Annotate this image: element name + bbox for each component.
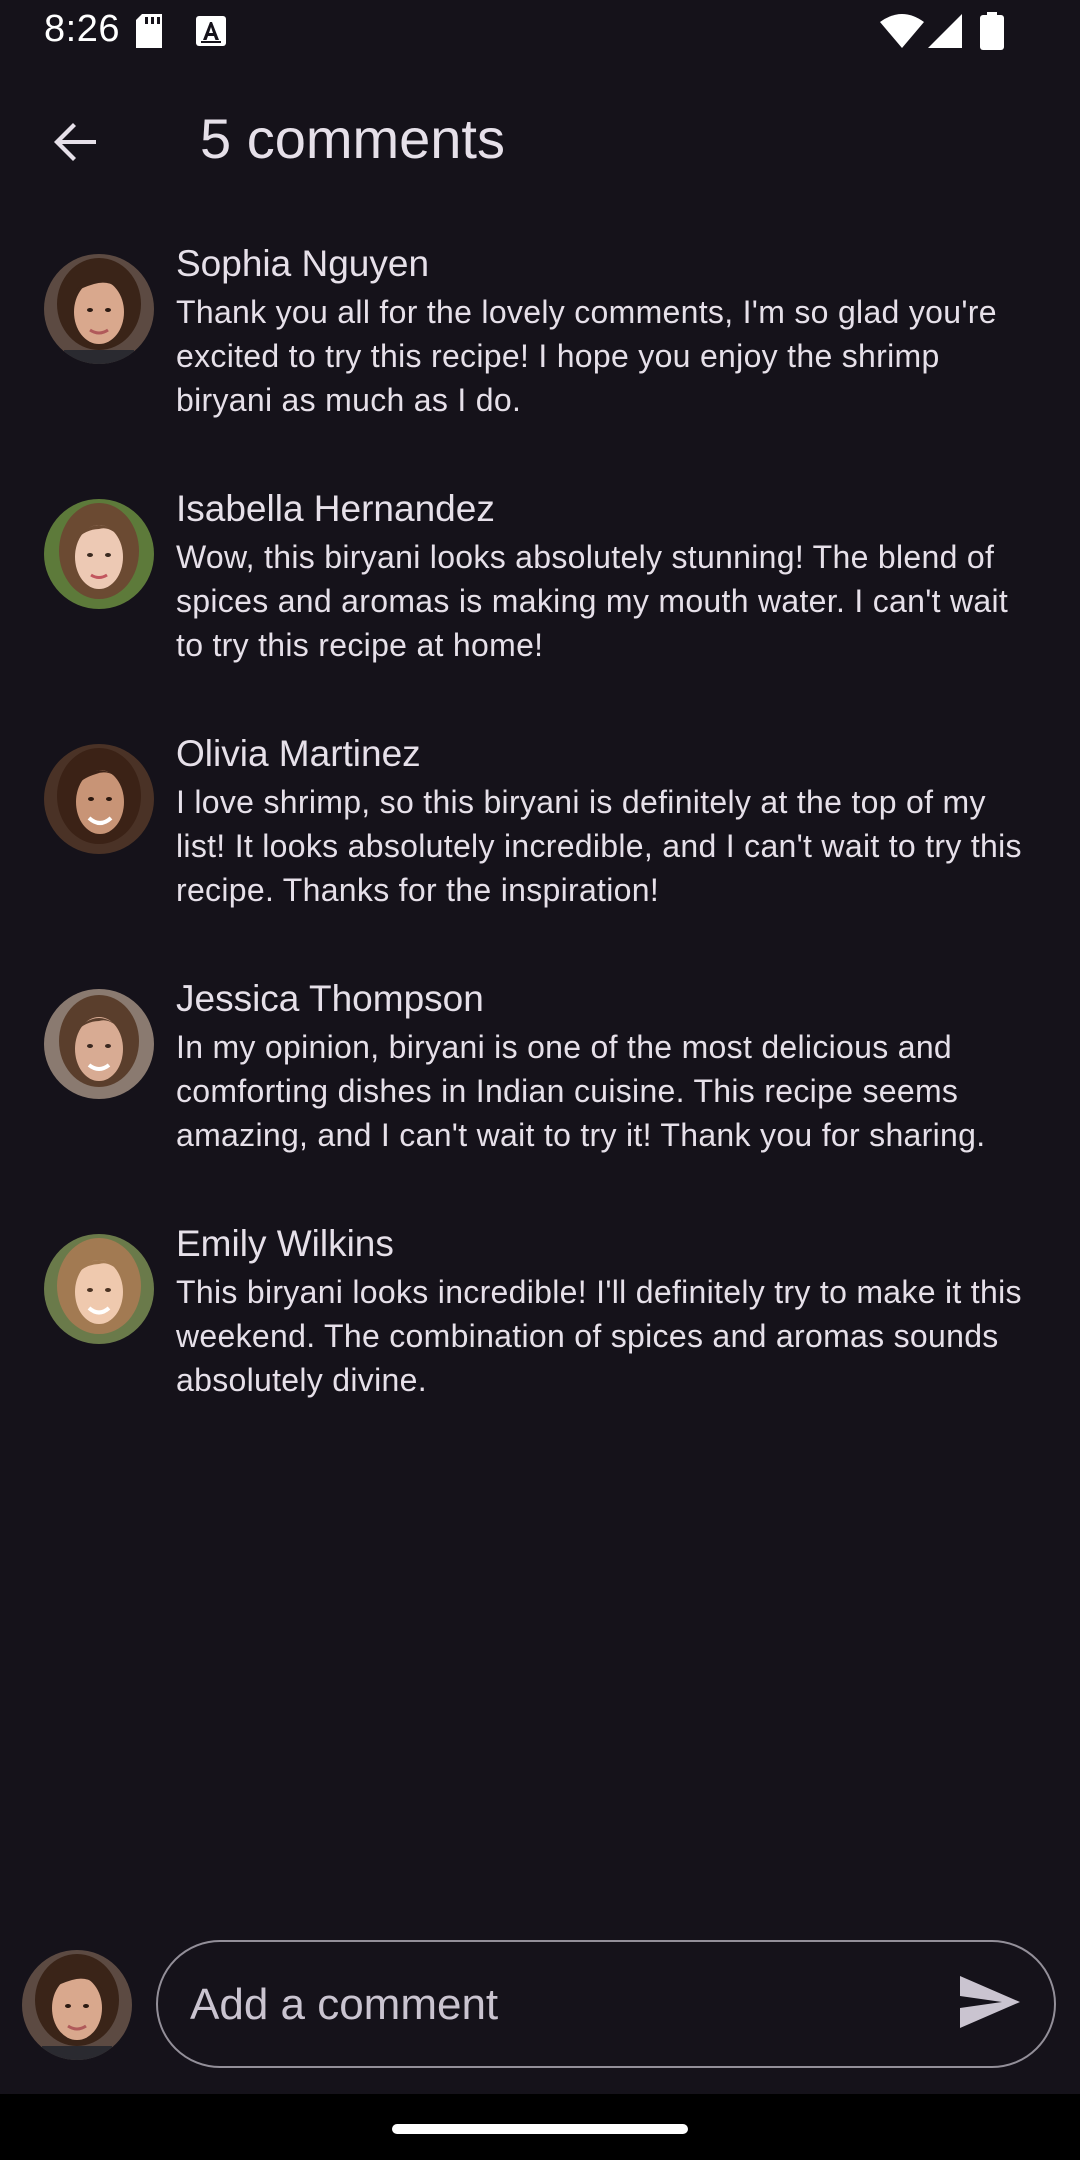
back-button[interactable] [28,96,124,192]
comment-list: Sophia Nguyen Thank you all for the love… [0,240,1080,1465]
comment-author: Emily Wilkins [176,1223,394,1264]
comment-text: I love shrimp, so this biryani is defini… [176,784,1022,908]
arrow-back-icon [48,114,104,175]
page-title: 5 comments [200,107,505,170]
home-indicator[interactable] [392,2124,688,2134]
comment-author: Sophia Nguyen [176,243,430,284]
system-navigation-bar [0,2094,1080,2160]
status-bar: 8:26 [0,0,1080,64]
comment-item: Olivia Martinez I love shrimp, so this b… [0,730,1080,912]
avatar[interactable] [44,499,154,609]
comment-author: Isabella Hernandez [176,488,495,529]
comment-composer [0,1940,1080,2070]
avatar[interactable] [44,989,154,1099]
comment-input-container [156,1940,1056,2068]
app-bar: 5 comments [0,80,1080,204]
avatar[interactable] [44,744,154,854]
comment-item: Emily Wilkins This biryani looks incredi… [0,1220,1080,1402]
comment-item: Sophia Nguyen Thank you all for the love… [0,240,1080,422]
send-button[interactable] [952,1966,1028,2042]
comment-author: Jessica Thompson [176,978,484,1019]
comment-item: Jessica Thompson In my opinion, biryani … [0,975,1080,1157]
current-user-avatar[interactable] [22,1950,132,2060]
comment-item: Isabella Hernandez Wow, this biryani loo… [0,485,1080,667]
avatar[interactable] [44,1234,154,1344]
battery-icon [980,12,1004,55]
comment-author: Olivia Martinez [176,733,421,774]
comment-text: In my opinion, biryani is one of the mos… [176,1029,986,1153]
avatar[interactable] [44,254,154,364]
sd-card-icon [134,14,164,53]
comment-text: Wow, this biryani looks absolutely stunn… [176,539,1009,663]
send-icon [958,1974,1022,2035]
signal-icon [928,14,964,55]
comment-input[interactable] [188,1942,892,2068]
status-time: 8:26 [44,8,120,50]
comment-text: Thank you all for the lovely comments, I… [176,294,997,418]
keyboard-a-icon [196,16,226,51]
wifi-icon [880,14,924,55]
comment-text: This biryani looks incredible! I'll defi… [176,1274,1022,1398]
